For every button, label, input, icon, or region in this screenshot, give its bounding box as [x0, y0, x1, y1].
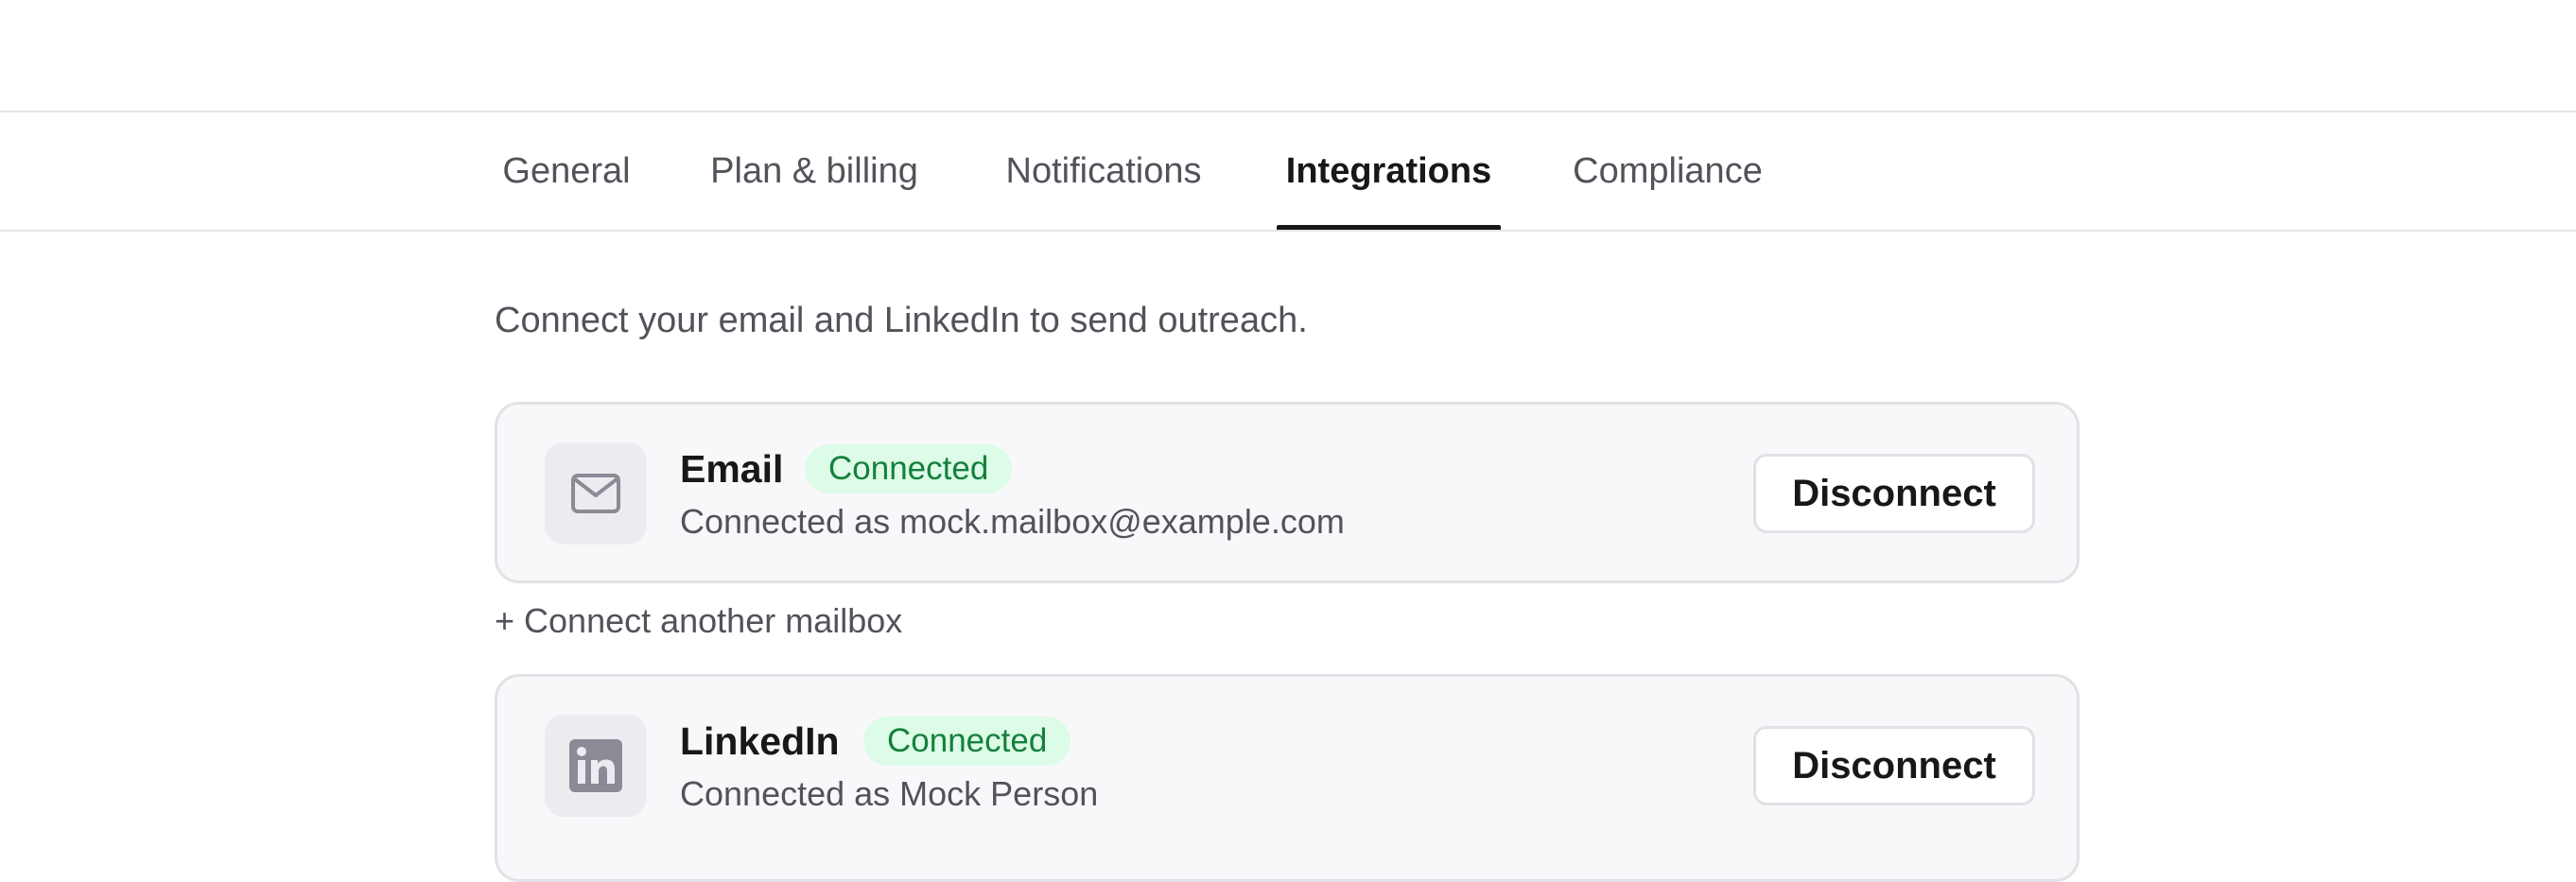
tabs-divider	[0, 230, 2576, 232]
tab-general[interactable]: General	[495, 112, 638, 230]
linkedin-icon	[569, 739, 622, 792]
linkedin-icon-container	[545, 715, 647, 817]
tab-notifications[interactable]: Notifications	[992, 112, 1215, 230]
email-icon-container	[545, 442, 647, 545]
tab-label: Plan & billing	[710, 150, 918, 191]
integration-name: LinkedIn	[680, 718, 840, 763]
tab-compliance[interactable]: Compliance	[1561, 112, 1774, 230]
connect-another-mailbox-link[interactable]: + Connect another mailbox	[495, 601, 902, 641]
tab-plan-billing[interactable]: Plan & billing	[701, 112, 928, 230]
tab-label: Compliance	[1573, 150, 1763, 191]
tab-integrations[interactable]: Integrations	[1277, 112, 1501, 231]
status-badge: Connected	[805, 444, 1013, 493]
email-disconnect-button[interactable]: Disconnect	[1753, 454, 2035, 533]
connected-account: Connected as Mock Person	[680, 774, 1099, 813]
integration-name: Email	[680, 446, 784, 491]
connected-account: Connected as mock.mailbox@example.com	[680, 502, 1345, 541]
tab-label: Integrations	[1285, 150, 1492, 191]
status-badge: Connected	[863, 717, 1071, 766]
linkedin-disconnect-button[interactable]: Disconnect	[1753, 726, 2035, 805]
linkedin-integration-card: LinkedIn Connected Connected as Mock Per…	[495, 674, 2080, 882]
mail-icon	[571, 474, 620, 513]
settings-tabs: General Plan & billing Notifications Int…	[0, 112, 2576, 231]
integrations-description: Connect your email and LinkedIn to send …	[495, 301, 1308, 340]
tab-label: Notifications	[1005, 150, 1202, 191]
tab-label: General	[502, 150, 631, 191]
email-integration-card: Email Connected Connected as mock.mailbo…	[495, 402, 2080, 583]
